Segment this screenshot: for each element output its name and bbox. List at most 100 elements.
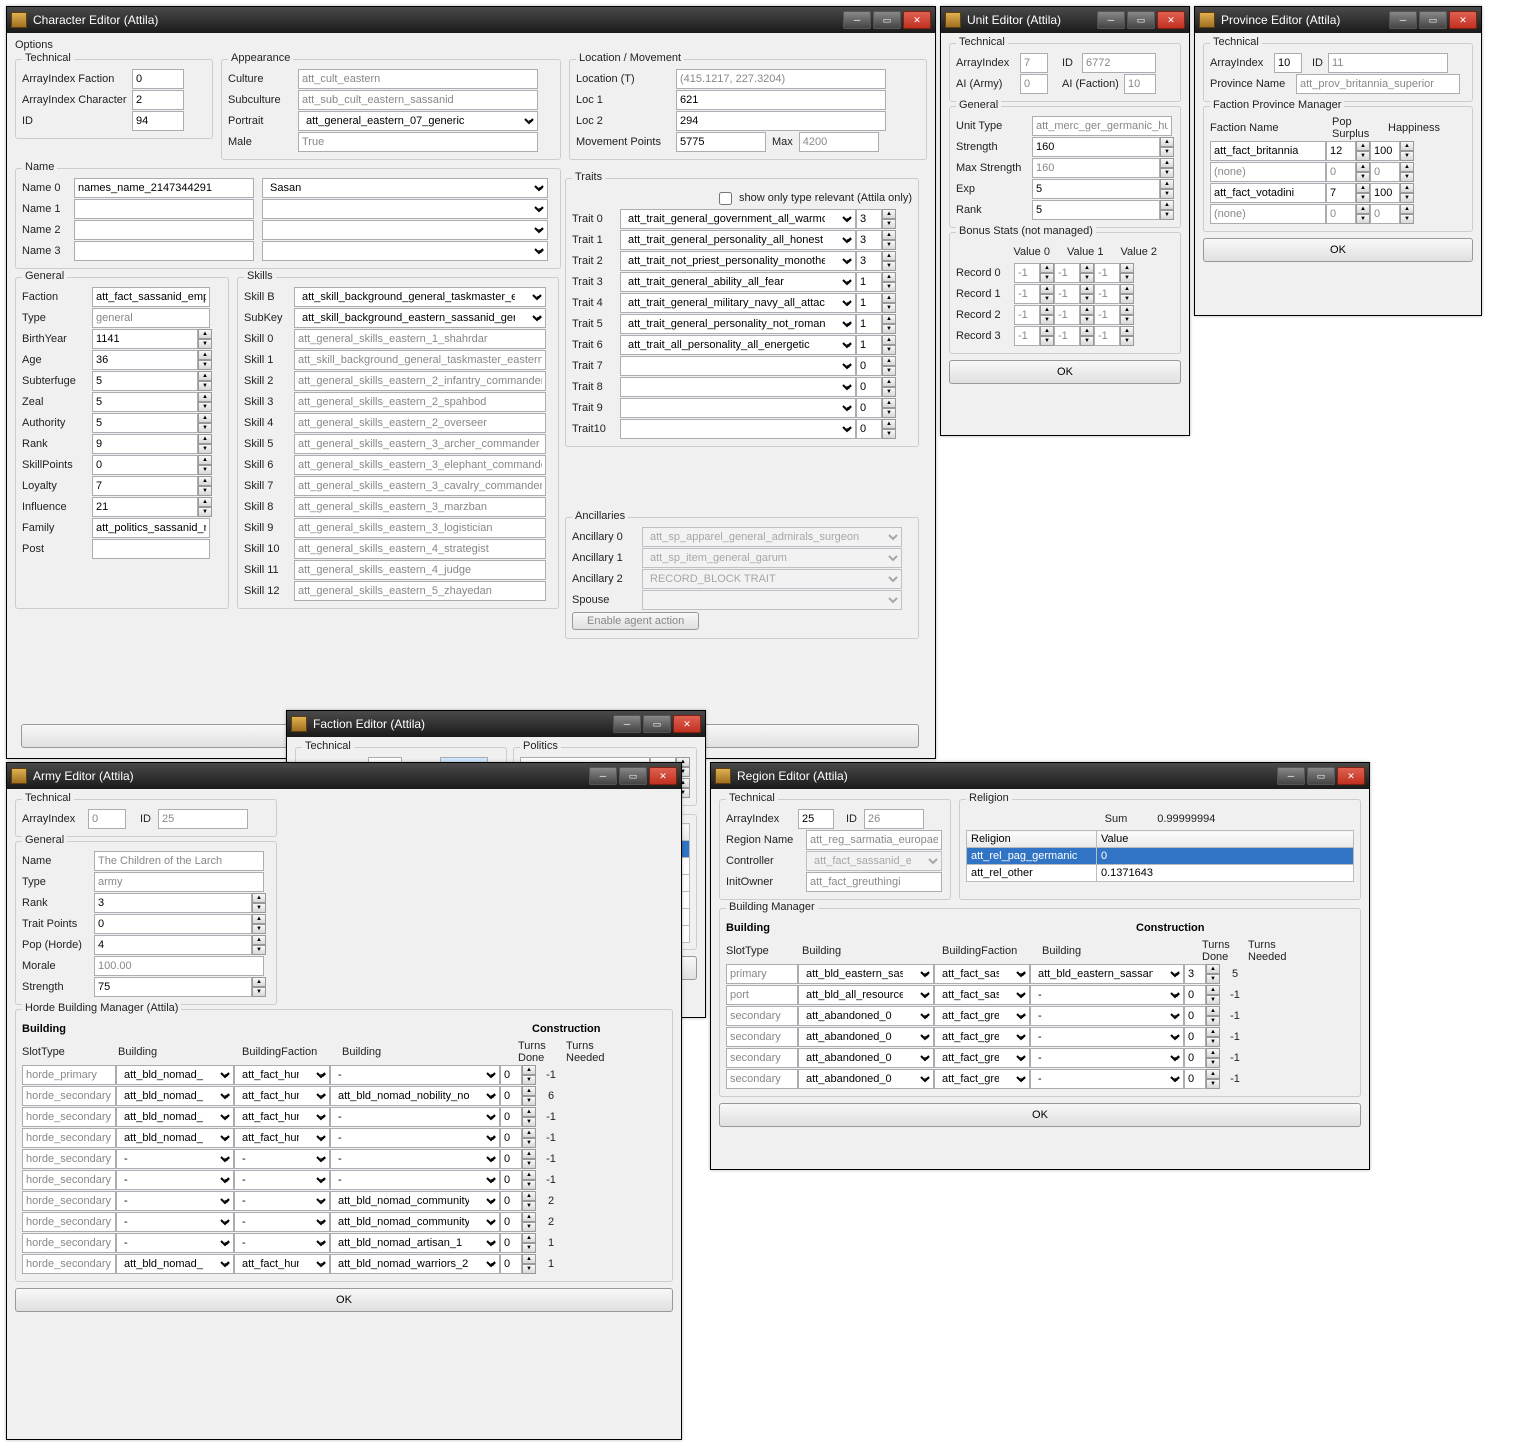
construction-select[interactable]: - (1030, 1069, 1184, 1089)
exp-input[interactable] (1032, 179, 1160, 199)
strength-input[interactable] (94, 977, 252, 997)
construction-select[interactable]: att_bld_nomad_nobility_noble (330, 1086, 500, 1106)
trait-select[interactable]: att_trait_general_personality_all_honest (620, 230, 856, 250)
construction-select[interactable]: att_bld_nomad_warriors_2 (330, 1254, 500, 1274)
building-select[interactable]: att_abandoned_0 (798, 1027, 934, 1047)
trait-select[interactable]: att_trait_all_personality_all_energetic (620, 335, 856, 355)
minimize-button[interactable]: ─ (1277, 767, 1305, 785)
building-select[interactable]: att_bld_eastern_sassanid_ (798, 964, 934, 984)
building-select[interactable]: att_abandoned_0 (798, 1006, 934, 1026)
name3-input[interactable] (74, 241, 254, 261)
maximize-button[interactable]: ▭ (1419, 11, 1447, 29)
building-faction-select[interactable]: att_fact_hunni (234, 1065, 330, 1085)
religion-row[interactable]: att_rel_pag_germanic0 (967, 848, 1354, 865)
arrayindex-input[interactable] (1274, 53, 1302, 73)
building-select[interactable]: att_bld_all_resources_port (798, 985, 934, 1005)
name3-select[interactable] (262, 241, 548, 261)
name1-select[interactable] (262, 199, 548, 219)
building-faction-select[interactable]: - (234, 1170, 330, 1190)
arrayindex-input[interactable] (798, 809, 834, 829)
construction-select[interactable]: - (1030, 1006, 1184, 1026)
name0-input[interactable] (74, 178, 254, 198)
maximize-button[interactable]: ▭ (619, 767, 647, 785)
building-faction-select[interactable]: att_fact_greuthi (934, 1006, 1030, 1026)
maximize-button[interactable]: ▭ (1307, 767, 1335, 785)
building-faction-select[interactable]: att_fact_greuthi (934, 1027, 1030, 1047)
construction-select[interactable]: - (1030, 985, 1184, 1005)
construction-select[interactable]: - (330, 1107, 500, 1127)
pop-horde-input[interactable] (94, 935, 252, 955)
ok-button[interactable]: OK (949, 360, 1181, 384)
building-faction-select[interactable]: - (234, 1149, 330, 1169)
building-select[interactable]: - (116, 1212, 234, 1232)
trait-select[interactable] (620, 398, 856, 418)
name1-input[interactable] (74, 199, 254, 219)
building-faction-select[interactable]: att_fact_hunni (234, 1086, 330, 1106)
building-select[interactable]: att_abandoned_0 (798, 1048, 934, 1068)
building-faction-select[interactable]: att_fact_greuthi (934, 1048, 1030, 1068)
loc2-input[interactable] (676, 111, 886, 131)
building-faction-select[interactable]: - (234, 1233, 330, 1253)
building-select[interactable]: att_bld_nomad_herders_g (116, 1128, 234, 1148)
construction-select[interactable]: - (330, 1170, 500, 1190)
close-button[interactable]: ✕ (673, 715, 701, 733)
close-button[interactable]: ✕ (903, 11, 931, 29)
construction-select[interactable]: - (330, 1065, 500, 1085)
portrait-select[interactable]: att_general_eastern_07_generic (298, 111, 538, 131)
trait-select[interactable]: att_trait_general_ability_all_fear (620, 272, 856, 292)
religion-table[interactable]: ReligionValue att_rel_pag_germanic0att_r… (966, 830, 1354, 882)
titlebar[interactable]: Character Editor (Attila) ─ ▭ ✕ (7, 7, 935, 33)
trait-select[interactable]: att_trait_general_personality_not_roman_… (620, 314, 856, 334)
minimize-button[interactable]: ─ (843, 11, 871, 29)
building-select[interactable]: att_bld_nomad_city_1 (116, 1065, 234, 1085)
close-button[interactable]: ✕ (1157, 11, 1185, 29)
building-select[interactable]: att_bld_nomad_nobility_no (116, 1086, 234, 1106)
building-faction-select[interactable]: att_fact_hunni (234, 1128, 330, 1148)
building-select[interactable]: - (116, 1149, 234, 1169)
trait-select[interactable]: att_trait_not_priest_personality_monothe… (620, 251, 856, 271)
ok-button[interactable]: OK (719, 1103, 1361, 1127)
building-select[interactable]: att_bld_nomad_warriors_2 (116, 1107, 234, 1127)
construction-select[interactable]: att_bld_nomad_community_1 (330, 1212, 500, 1232)
close-button[interactable]: ✕ (649, 767, 677, 785)
construction-select[interactable]: - (1030, 1048, 1184, 1068)
movement-points-input[interactable] (676, 132, 766, 152)
construction-select[interactable]: - (330, 1149, 500, 1169)
construction-select[interactable]: att_bld_nomad_community_1 (330, 1191, 500, 1211)
rank-input[interactable] (1032, 200, 1160, 220)
minimize-button[interactable]: ─ (1097, 11, 1125, 29)
name2-input[interactable] (74, 220, 254, 240)
trait-select[interactable] (620, 377, 856, 397)
close-button[interactable]: ✕ (1449, 11, 1477, 29)
building-faction-select[interactable]: - (234, 1212, 330, 1232)
building-select[interactable]: att_bld_nomad_warriors_ (116, 1254, 234, 1274)
construction-select[interactable]: att_bld_nomad_artisan_1 (330, 1233, 500, 1253)
ok-button[interactable]: OK (1203, 238, 1473, 262)
strength-input[interactable] (1032, 137, 1160, 157)
building-faction-select[interactable]: - (234, 1191, 330, 1211)
building-select[interactable]: att_abandoned_0 (798, 1069, 934, 1089)
building-faction-select[interactable]: att_fact_hunni (234, 1107, 330, 1127)
maximize-button[interactable]: ▭ (1127, 11, 1155, 29)
skill-b-select[interactable]: att_skill_background_general_taskmaster_… (294, 287, 546, 307)
building-select[interactable]: - (116, 1233, 234, 1253)
skill-subkey-select[interactable]: att_skill_background_eastern_sassanid_ge… (294, 308, 546, 328)
building-faction-select[interactable]: att_fact_greuthi (934, 1069, 1030, 1089)
name2-select[interactable] (262, 220, 548, 240)
ok-button[interactable]: OK (15, 1288, 673, 1312)
maximize-button[interactable]: ▭ (873, 11, 901, 29)
construction-select[interactable]: att_bld_eastern_sassanid_cit (1030, 964, 1184, 984)
trait-select[interactable] (620, 419, 856, 439)
loc1-input[interactable] (676, 90, 886, 110)
building-faction-select[interactable]: att_fact_sassar (934, 964, 1030, 984)
type-relevant-checkbox[interactable] (719, 192, 732, 205)
building-select[interactable]: - (116, 1191, 234, 1211)
minimize-button[interactable]: ─ (613, 715, 641, 733)
trait-select[interactable]: att_trait_general_military_navy_all_atta… (620, 293, 856, 313)
minimize-button[interactable]: ─ (1389, 11, 1417, 29)
rank-input[interactable] (94, 893, 252, 913)
building-select[interactable]: - (116, 1170, 234, 1190)
trait-select[interactable]: att_trait_general_government_all_warmong… (620, 209, 856, 229)
options-label[interactable]: Options (15, 39, 927, 51)
minimize-button[interactable]: ─ (589, 767, 617, 785)
